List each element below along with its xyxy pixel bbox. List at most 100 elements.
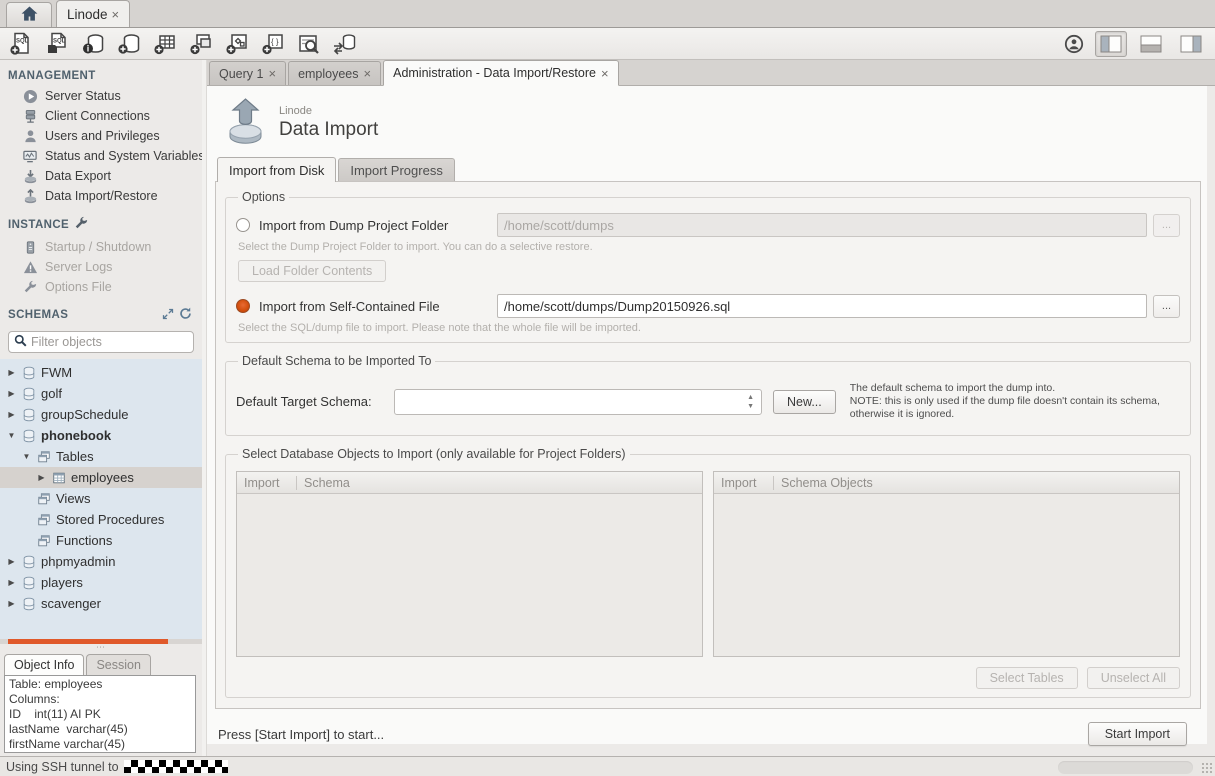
editor-tab-query-1[interactable]: Query 1× xyxy=(209,61,286,85)
browse-folder-button[interactable]: ... xyxy=(1153,214,1180,237)
management-section-title: MANAGEMENT xyxy=(0,60,202,86)
sidebar-item-data-import-restore[interactable]: Data Import/Restore xyxy=(0,186,202,206)
schema-objects-table[interactable]: ImportSchema Objects xyxy=(713,471,1180,657)
main-area: Query 1×employees×Administration - Data … xyxy=(207,60,1215,756)
schema-filter xyxy=(8,331,194,353)
tree-right-arrow-icon[interactable]: ▶ xyxy=(6,557,17,566)
close-icon[interactable]: × xyxy=(601,66,609,81)
home-tab[interactable] xyxy=(6,2,52,27)
tree-item-employees[interactable]: ▶employees xyxy=(0,467,202,488)
users-icon xyxy=(22,129,38,144)
splitter-grip[interactable]: ⋯ xyxy=(0,644,202,653)
expand-icon[interactable] xyxy=(162,308,174,323)
sidebar-item-users-and-privileges[interactable]: Users and Privileges xyxy=(0,126,202,146)
sidebar-item-server-status[interactable]: Server Status xyxy=(0,86,202,106)
tree-right-arrow-icon[interactable]: ▶ xyxy=(6,410,17,419)
create-function-icon[interactable]: { } xyxy=(260,31,286,57)
toolbar-right-icons xyxy=(1061,31,1207,57)
sidebar-item-server-logs[interactable]: Server Logs xyxy=(0,257,202,277)
refresh-icon[interactable] xyxy=(179,307,192,323)
close-icon[interactable]: × xyxy=(364,66,372,81)
tree-right-arrow-icon[interactable]: ▶ xyxy=(6,389,17,398)
toggle-left-panel-icon[interactable] xyxy=(1095,31,1127,57)
tree-item-groupschedule[interactable]: ▶groupSchedule xyxy=(0,404,202,425)
tree-item-golf[interactable]: ▶golf xyxy=(0,383,202,404)
create-schema-icon[interactable] xyxy=(116,31,142,57)
editor-tab-administration-data-import-restore[interactable]: Administration - Data Import/Restore× xyxy=(383,60,618,86)
tree-item-scavenger[interactable]: ▶scavenger xyxy=(0,593,202,614)
sidebar-item-startup-shutdown[interactable]: Startup / Shutdown xyxy=(0,237,202,257)
info-tab-object-info[interactable]: Object Info xyxy=(4,654,84,675)
reconnect-dbms-icon[interactable] xyxy=(332,31,358,57)
svg-text:SQL: SQL xyxy=(16,38,29,44)
subtab-import-from-disk[interactable]: Import from Disk xyxy=(217,157,336,182)
toggle-right-panel-icon[interactable] xyxy=(1175,31,1207,57)
tree-item-views[interactable]: Views xyxy=(0,488,202,509)
tree-down-arrow-icon[interactable]: ▼ xyxy=(6,431,17,440)
search-data-icon[interactable] xyxy=(296,31,322,57)
page-title: Data Import xyxy=(279,119,378,141)
tree-right-arrow-icon[interactable]: ▶ xyxy=(6,368,17,377)
search-icon xyxy=(14,334,27,350)
objects-fieldset: Select Database Objects to Import (only … xyxy=(225,447,1191,698)
import-status-message: Press [Start Import] to start... xyxy=(218,727,384,742)
default-schema-hint: The default schema to import the dump in… xyxy=(850,382,1160,421)
sidebar-item-client-connections[interactable]: Client Connections xyxy=(0,106,202,126)
column-header-schema-objects: Schema Objects xyxy=(774,476,880,490)
account-circle-icon[interactable] xyxy=(1061,31,1087,57)
dump-folder-path-input[interactable] xyxy=(497,213,1147,237)
info-tab-session[interactable]: Session xyxy=(86,654,150,675)
tree-down-arrow-icon[interactable]: ▼ xyxy=(21,452,32,461)
load-folder-contents-button[interactable]: Load Folder Contents xyxy=(238,260,386,282)
default-target-schema-combobox[interactable]: ▲▼ xyxy=(394,389,762,415)
inspect-database-icon[interactable]: i xyxy=(80,31,106,57)
tree-item-functions[interactable]: Functions xyxy=(0,530,202,551)
resize-grip[interactable] xyxy=(1201,762,1213,774)
schema-filter-input[interactable] xyxy=(31,335,192,349)
create-procedure-icon[interactable] xyxy=(224,31,250,57)
connection-tab-bar: Linode × xyxy=(0,0,1215,28)
schemas-table[interactable]: ImportSchema xyxy=(236,471,703,657)
tree-right-arrow-icon[interactable]: ▶ xyxy=(6,578,17,587)
import-folder-radio-label[interactable]: Import from Dump Project Folder xyxy=(259,218,497,233)
tree-item-tables[interactable]: ▼Tables xyxy=(0,446,202,467)
tree-right-arrow-icon[interactable]: ▶ xyxy=(36,473,47,482)
toggle-bottom-panel-icon[interactable] xyxy=(1135,31,1167,57)
browse-file-button[interactable]: ... xyxy=(1153,295,1180,318)
tree-item-stored-procedures[interactable]: Stored Procedures xyxy=(0,509,202,530)
new-sql-tab-icon[interactable]: SQL xyxy=(8,31,34,57)
unselect-all-button[interactable]: Unselect All xyxy=(1087,667,1180,689)
schema-icon xyxy=(21,408,37,422)
info-panel-tabs: Object InfoSession xyxy=(0,653,202,675)
create-table-icon[interactable] xyxy=(152,31,178,57)
import-folder-radio[interactable] xyxy=(236,218,250,232)
tree-right-arrow-icon[interactable]: ▶ xyxy=(6,599,17,608)
startup-icon xyxy=(22,240,38,255)
create-view-icon[interactable] xyxy=(188,31,214,57)
data-import-page: Linode Data Import Import from DiskImpor… xyxy=(207,86,1207,744)
start-import-button[interactable]: Start Import xyxy=(1088,722,1187,746)
open-sql-script-icon[interactable]: SQL xyxy=(44,31,70,57)
close-icon[interactable]: × xyxy=(112,7,120,22)
select-tables-button[interactable]: Select Tables xyxy=(976,667,1078,689)
tree-item-players[interactable]: ▶players xyxy=(0,572,202,593)
import-file-radio[interactable] xyxy=(236,299,250,313)
sidebar-item-status-and-system-variables[interactable]: Status and System Variables xyxy=(0,146,202,166)
connection-tab[interactable]: Linode × xyxy=(56,0,130,27)
subtab-import-progress[interactable]: Import Progress xyxy=(338,158,454,181)
tree-item-fwm[interactable]: ▶FWM xyxy=(0,362,202,383)
tree-item-phpmyadmin[interactable]: ▶phpmyadmin xyxy=(0,551,202,572)
new-schema-button[interactable]: New... xyxy=(773,390,836,414)
data-import-header-icon xyxy=(225,98,265,147)
import-file-radio-label[interactable]: Import from Self-Contained File xyxy=(259,299,497,314)
combobox-spinner-icon[interactable]: ▲▼ xyxy=(747,393,754,411)
close-icon[interactable]: × xyxy=(268,66,276,81)
objects-buttons: Select Tables Unselect All xyxy=(236,667,1180,689)
dump-file-path-input[interactable] xyxy=(497,294,1147,318)
editor-tab-employees[interactable]: employees× xyxy=(288,61,381,85)
instance-section-title: INSTANCE xyxy=(0,206,202,237)
schema-icon xyxy=(21,555,37,569)
tree-item-phonebook[interactable]: ▼phonebook xyxy=(0,425,202,446)
sidebar-item-data-export[interactable]: Data Export xyxy=(0,166,202,186)
sidebar-item-options-file[interactable]: Options File xyxy=(0,277,202,297)
